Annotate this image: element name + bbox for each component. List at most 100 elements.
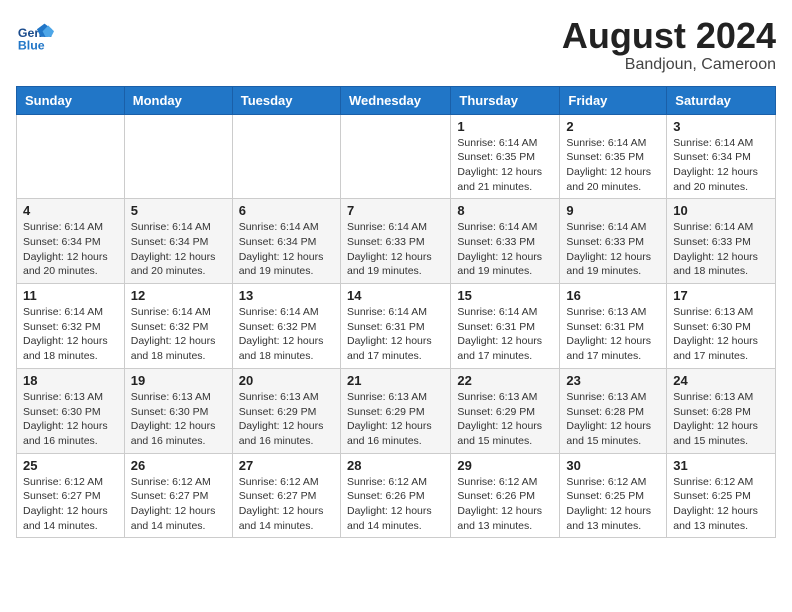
day-detail: Sunrise: 6:14 AM Sunset: 6:32 PM Dayligh…: [131, 305, 226, 364]
calendar-cell: 28 Sunrise: 6:12 AM Sunset: 6:26 PM Dayli…: [340, 453, 450, 538]
day-header-thursday: Thursday: [451, 86, 560, 114]
calendar-cell: [232, 114, 340, 199]
day-number: 21: [347, 373, 444, 388]
day-detail: Sunrise: 6:13 AM Sunset: 6:30 PM Dayligh…: [23, 390, 118, 449]
calendar-cell: 1 Sunrise: 6:14 AM Sunset: 6:35 PM Daylig…: [451, 114, 560, 199]
day-number: 24: [673, 373, 769, 388]
calendar-cell: 24 Sunrise: 6:13 AM Sunset: 6:28 PM Dayli…: [667, 368, 776, 453]
calendar-cell: 9Sunrise: 6:14 AM Sunset: 6:33 PM Daylig…: [560, 199, 667, 284]
day-detail: Sunrise: 6:12 AM Sunset: 6:26 PM Dayligh…: [457, 475, 553, 534]
day-detail: Sunrise: 6:14 AM Sunset: 6:34 PM Dayligh…: [131, 220, 226, 279]
day-number: 7: [347, 203, 444, 218]
month-title: August 2024: [562, 16, 776, 56]
calendar-cell: 3 Sunrise: 6:14 AM Sunset: 6:34 PM Daylig…: [667, 114, 776, 199]
calendar-cell: [17, 114, 125, 199]
day-detail: Sunrise: 6:13 AM Sunset: 6:30 PM Dayligh…: [131, 390, 226, 449]
day-detail: Sunrise: 6:14 AM Sunset: 6:35 PM Dayligh…: [457, 136, 553, 195]
calendar-cell: 22 Sunrise: 6:13 AM Sunset: 6:29 PM Dayli…: [451, 368, 560, 453]
calendar-cell: 5Sunrise: 6:14 AM Sunset: 6:34 PM Daylig…: [124, 199, 232, 284]
day-detail: Sunrise: 6:12 AM Sunset: 6:27 PM Dayligh…: [131, 475, 226, 534]
calendar-week-5: 25 Sunrise: 6:12 AM Sunset: 6:27 PM Dayli…: [17, 453, 776, 538]
day-detail: Sunrise: 6:12 AM Sunset: 6:26 PM Dayligh…: [347, 475, 444, 534]
day-detail: Sunrise: 6:14 AM Sunset: 6:34 PM Dayligh…: [239, 220, 334, 279]
day-number: 29: [457, 458, 553, 473]
day-header-sunday: Sunday: [17, 86, 125, 114]
day-detail: Sunrise: 6:14 AM Sunset: 6:32 PM Dayligh…: [23, 305, 118, 364]
day-number: 3: [673, 119, 769, 134]
calendar-cell: 21 Sunrise: 6:13 AM Sunset: 6:29 PM Dayli…: [340, 368, 450, 453]
day-detail: Sunrise: 6:14 AM Sunset: 6:32 PM Dayligh…: [239, 305, 334, 364]
day-number: 16: [566, 288, 660, 303]
calendar-cell: 4Sunrise: 6:14 AM Sunset: 6:34 PM Daylig…: [17, 199, 125, 284]
day-detail: Sunrise: 6:12 AM Sunset: 6:27 PM Dayligh…: [239, 475, 334, 534]
header: General Blue August 2024 Bandjoun, Camer…: [16, 16, 776, 74]
day-number: 11: [23, 288, 118, 303]
day-detail: Sunrise: 6:13 AM Sunset: 6:28 PM Dayligh…: [673, 390, 769, 449]
day-number: 23: [566, 373, 660, 388]
day-detail: Sunrise: 6:14 AM Sunset: 6:34 PM Dayligh…: [23, 220, 118, 279]
day-number: 15: [457, 288, 553, 303]
day-detail: Sunrise: 6:13 AM Sunset: 6:29 PM Dayligh…: [347, 390, 444, 449]
calendar-cell: 29 Sunrise: 6:12 AM Sunset: 6:26 PM Dayli…: [451, 453, 560, 538]
day-detail: Sunrise: 6:12 AM Sunset: 6:25 PM Dayligh…: [566, 475, 660, 534]
calendar-cell: 25 Sunrise: 6:12 AM Sunset: 6:27 PM Dayli…: [17, 453, 125, 538]
day-detail: Sunrise: 6:13 AM Sunset: 6:30 PM Dayligh…: [673, 305, 769, 364]
day-number: 30: [566, 458, 660, 473]
day-detail: Sunrise: 6:13 AM Sunset: 6:28 PM Dayligh…: [566, 390, 660, 449]
calendar-cell: 13 Sunrise: 6:14 AM Sunset: 6:32 PM Dayli…: [232, 284, 340, 369]
calendar-cell: 2 Sunrise: 6:14 AM Sunset: 6:35 PM Daylig…: [560, 114, 667, 199]
day-number: 26: [131, 458, 226, 473]
calendar-cell: 6 Sunrise: 6:14 AM Sunset: 6:34 PM Daylig…: [232, 199, 340, 284]
day-number: 13: [239, 288, 334, 303]
day-number: 18: [23, 373, 118, 388]
calendar-cell: 15 Sunrise: 6:14 AM Sunset: 6:31 PM Dayli…: [451, 284, 560, 369]
day-header-wednesday: Wednesday: [340, 86, 450, 114]
day-number: 8: [457, 203, 553, 218]
day-number: 27: [239, 458, 334, 473]
logo-icon: General Blue: [16, 16, 54, 54]
day-number: 28: [347, 458, 444, 473]
title-area: August 2024 Bandjoun, Cameroon: [562, 16, 776, 74]
calendar-cell: 27 Sunrise: 6:12 AM Sunset: 6:27 PM Dayli…: [232, 453, 340, 538]
calendar-week-4: 18 Sunrise: 6:13 AM Sunset: 6:30 PM Dayli…: [17, 368, 776, 453]
day-detail: Sunrise: 6:13 AM Sunset: 6:29 PM Dayligh…: [457, 390, 553, 449]
day-number: 12: [131, 288, 226, 303]
calendar-cell: 18 Sunrise: 6:13 AM Sunset: 6:30 PM Dayli…: [17, 368, 125, 453]
day-number: 22: [457, 373, 553, 388]
svg-text:Blue: Blue: [18, 38, 45, 52]
day-number: 20: [239, 373, 334, 388]
day-detail: Sunrise: 6:13 AM Sunset: 6:31 PM Dayligh…: [566, 305, 660, 364]
day-detail: Sunrise: 6:14 AM Sunset: 6:33 PM Dayligh…: [457, 220, 553, 279]
day-detail: Sunrise: 6:14 AM Sunset: 6:34 PM Dayligh…: [673, 136, 769, 195]
calendar-cell: 8 Sunrise: 6:14 AM Sunset: 6:33 PM Daylig…: [451, 199, 560, 284]
day-number: 25: [23, 458, 118, 473]
calendar-cell: 26 Sunrise: 6:12 AM Sunset: 6:27 PM Dayli…: [124, 453, 232, 538]
day-detail: Sunrise: 6:14 AM Sunset: 6:35 PM Dayligh…: [566, 136, 660, 195]
calendar-cell: 17 Sunrise: 6:13 AM Sunset: 6:30 PM Dayli…: [667, 284, 776, 369]
calendar-cell: 7Sunrise: 6:14 AM Sunset: 6:33 PM Daylig…: [340, 199, 450, 284]
calendar-cell: 11 Sunrise: 6:14 AM Sunset: 6:32 PM Dayli…: [17, 284, 125, 369]
day-number: 14: [347, 288, 444, 303]
day-number: 17: [673, 288, 769, 303]
calendar-cell: 14 Sunrise: 6:14 AM Sunset: 6:31 PM Dayli…: [340, 284, 450, 369]
calendar-table: SundayMondayTuesdayWednesdayThursdayFrid…: [16, 86, 776, 539]
day-number: 6: [239, 203, 334, 218]
day-detail: Sunrise: 6:13 AM Sunset: 6:29 PM Dayligh…: [239, 390, 334, 449]
day-number: 1: [457, 119, 553, 134]
calendar-cell: 23 Sunrise: 6:13 AM Sunset: 6:28 PM Dayli…: [560, 368, 667, 453]
calendar-cell: 19Sunrise: 6:13 AM Sunset: 6:30 PM Dayli…: [124, 368, 232, 453]
calendar-cell: 10Sunrise: 6:14 AM Sunset: 6:33 PM Dayli…: [667, 199, 776, 284]
day-detail: Sunrise: 6:12 AM Sunset: 6:25 PM Dayligh…: [673, 475, 769, 534]
day-detail: Sunrise: 6:14 AM Sunset: 6:31 PM Dayligh…: [457, 305, 553, 364]
day-header-friday: Friday: [560, 86, 667, 114]
calendar-cell: 30 Sunrise: 6:12 AM Sunset: 6:25 PM Dayli…: [560, 453, 667, 538]
day-detail: Sunrise: 6:12 AM Sunset: 6:27 PM Dayligh…: [23, 475, 118, 534]
calendar-cell: 31 Sunrise: 6:12 AM Sunset: 6:25 PM Dayli…: [667, 453, 776, 538]
day-number: 31: [673, 458, 769, 473]
calendar-cell: 20 Sunrise: 6:13 AM Sunset: 6:29 PM Dayli…: [232, 368, 340, 453]
day-number: 2: [566, 119, 660, 134]
location: Bandjoun, Cameroon: [562, 56, 776, 74]
day-detail: Sunrise: 6:14 AM Sunset: 6:33 PM Dayligh…: [566, 220, 660, 279]
day-detail: Sunrise: 6:14 AM Sunset: 6:31 PM Dayligh…: [347, 305, 444, 364]
day-header-saturday: Saturday: [667, 86, 776, 114]
